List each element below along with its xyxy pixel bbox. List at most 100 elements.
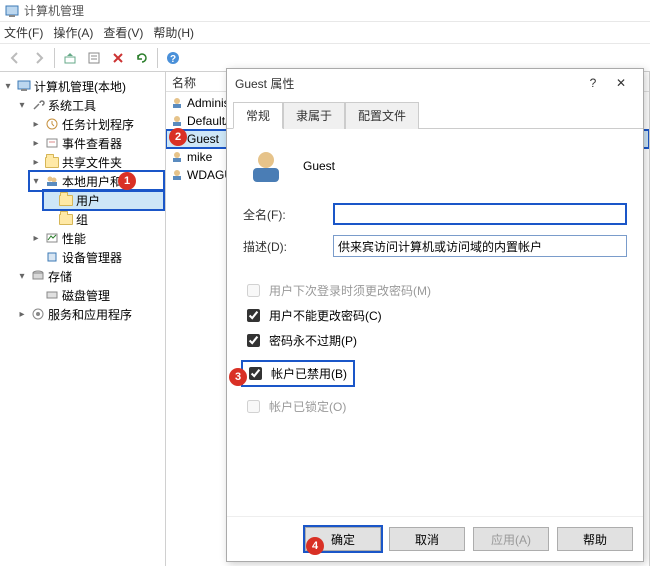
menu-action[interactable]: 操作(A): [53, 24, 93, 41]
tree-label: 性能: [62, 230, 86, 247]
tree-services-apps[interactable]: ▸ 服务和应用程序: [16, 305, 163, 323]
close-icon[interactable]: ✕: [607, 71, 635, 95]
full-name-label: 全名(F):: [243, 206, 333, 223]
annotation-3: 3: [229, 368, 247, 386]
dialog-titlebar: Guest 属性 ? ✕: [227, 69, 643, 97]
tree-disk-mgmt[interactable]: 磁盘管理: [30, 286, 163, 304]
checkbox-account-disabled[interactable]: 帐户已禁用(B): [243, 362, 353, 385]
refresh-icon[interactable]: [131, 47, 153, 69]
menu-file[interactable]: 文件(F): [4, 24, 43, 41]
list-item-label: Guest: [187, 132, 219, 146]
tree-label: 磁盘管理: [62, 287, 110, 304]
checkbox-account-locked-input: [247, 400, 260, 413]
tree-shared-folders[interactable]: ▸共享文件夹: [30, 153, 163, 171]
help-button-icon[interactable]: ?: [579, 71, 607, 95]
forward-icon: [28, 47, 50, 69]
chevron-down-icon[interactable]: ▾: [16, 99, 28, 111]
tab-member-of[interactable]: 隶属于: [283, 102, 345, 129]
chevron-right-icon[interactable]: ▸: [30, 137, 42, 149]
chevron-down-icon[interactable]: ▾: [16, 270, 28, 282]
tree-label: 服务和应用程序: [48, 306, 132, 323]
tree-label: 事件查看器: [62, 135, 122, 152]
delete-icon[interactable]: [107, 47, 129, 69]
app-icon: [4, 3, 20, 19]
chevron-down-icon[interactable]: ▾: [2, 80, 14, 92]
tree-system-tools[interactable]: ▾ 系统工具: [16, 96, 163, 114]
chevron-right-icon[interactable]: ▸: [16, 308, 28, 320]
dialog-tabs: 常规 隶属于 配置文件: [227, 97, 643, 129]
username-display: Guest: [303, 159, 335, 173]
dialog-title: Guest 属性: [235, 75, 579, 92]
tree-label: 系统工具: [48, 97, 96, 114]
spacer: [44, 194, 56, 206]
tab-profile[interactable]: 配置文件: [345, 102, 419, 129]
user-icon: [247, 147, 285, 185]
properties-dialog: Guest 属性 ? ✕ 常规 隶属于 配置文件 Guest 全名(F): 描述…: [226, 68, 644, 562]
window-title: 计算机管理: [24, 2, 84, 19]
spacer: [44, 213, 56, 225]
chevron-down-icon[interactable]: ▾: [30, 175, 42, 187]
tree-groups[interactable]: 组: [44, 210, 163, 228]
chevron-right-icon[interactable]: ▸: [30, 232, 42, 244]
tree-root[interactable]: ▾ 计算机管理(本地): [2, 77, 163, 95]
tree-label: 计算机管理(本地): [34, 78, 126, 95]
help-button[interactable]: 帮助: [557, 527, 633, 551]
computer-icon: [16, 78, 32, 94]
toolbar-separator: [157, 48, 158, 68]
checkbox-label: 用户不能更改密码(C): [269, 307, 382, 324]
cancel-button[interactable]: 取消: [389, 527, 465, 551]
folder-icon: [58, 192, 74, 208]
checkbox-cannot-change-input[interactable]: [247, 309, 260, 322]
tools-icon: [30, 97, 46, 113]
menu-help[interactable]: 帮助(H): [153, 24, 194, 41]
checkbox-label: 帐户已禁用(B): [271, 365, 347, 382]
shared-folder-icon: [44, 154, 60, 170]
description-input[interactable]: [333, 235, 627, 257]
spacer: [30, 251, 42, 263]
menu-view[interactable]: 查看(V): [103, 24, 143, 41]
checkbox-account-disabled-input[interactable]: [249, 367, 262, 380]
tab-general[interactable]: 常规: [233, 102, 283, 129]
storage-icon: [30, 268, 46, 284]
full-name-input[interactable]: [333, 203, 627, 225]
services-icon: [30, 306, 46, 322]
properties-icon[interactable]: [83, 47, 105, 69]
tree-performance[interactable]: ▸ 性能: [30, 229, 163, 247]
dialog-buttons: 确定 取消 应用(A) 帮助: [227, 516, 643, 561]
help-icon[interactable]: ?: [162, 47, 184, 69]
tree-device-manager[interactable]: 设备管理器: [30, 248, 163, 266]
checkbox-cannot-change[interactable]: 用户不能更改密码(C): [243, 306, 627, 325]
checkbox-never-expire-input[interactable]: [247, 334, 260, 347]
svg-text:?: ?: [170, 54, 176, 65]
users-icon: [44, 173, 60, 189]
checkbox-label: 密码永不过期(P): [269, 332, 357, 349]
clock-icon: [44, 116, 60, 132]
user-header: Guest: [243, 139, 627, 203]
row-full-name: 全名(F):: [243, 203, 627, 225]
checkbox-account-locked: 帐户已锁定(O): [243, 397, 627, 416]
checkbox-never-expire[interactable]: 密码永不过期(P): [243, 331, 627, 350]
event-icon: [44, 135, 60, 151]
menu-bar: 文件(F) 操作(A) 查看(V) 帮助(H): [0, 22, 650, 44]
checkbox-label: 用户下次登录时须更改密码(M): [269, 282, 431, 299]
annotation-1: 1: [118, 172, 136, 190]
tree-storage[interactable]: ▾存储: [16, 267, 163, 285]
tree-local-users-groups[interactable]: ▾本地用户和组: [30, 172, 163, 190]
tree-label: 组: [76, 211, 88, 228]
back-icon: [4, 47, 26, 69]
list-item-label: mike: [187, 150, 212, 164]
window-titlebar: 计算机管理: [0, 0, 650, 22]
chevron-right-icon[interactable]: ▸: [30, 156, 42, 168]
apply-button[interactable]: 应用(A): [473, 527, 549, 551]
dialog-body: Guest 全名(F): 描述(D): 用户下次登录时须更改密码(M) 用户不能…: [227, 129, 643, 516]
tree-label: 用户: [76, 192, 100, 209]
checkbox-must-change: 用户下次登录时须更改密码(M): [243, 281, 627, 300]
up-icon[interactable]: [59, 47, 81, 69]
tree-label: 任务计划程序: [62, 116, 134, 133]
chevron-right-icon[interactable]: ▸: [30, 118, 42, 130]
tree-event-viewer[interactable]: ▸ 事件查看器: [30, 134, 163, 152]
spacer: [30, 289, 42, 301]
tree-label: 设备管理器: [62, 249, 122, 266]
tree-task-scheduler[interactable]: ▸ 任务计划程序: [30, 115, 163, 133]
tree-users[interactable]: 用户: [44, 191, 163, 209]
